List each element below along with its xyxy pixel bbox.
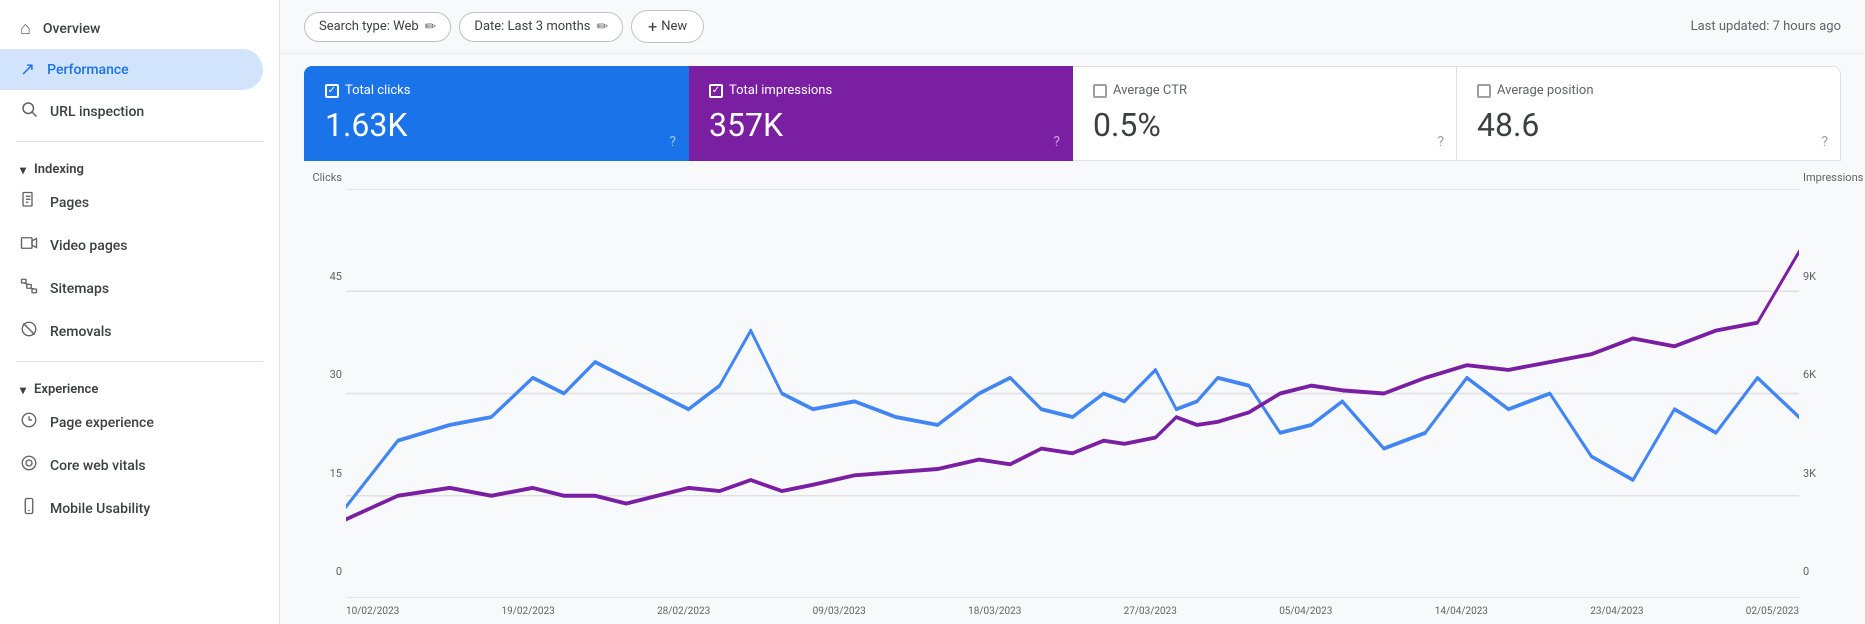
- y-right-label: Impressions: [1803, 171, 1841, 184]
- date-filter[interactable]: Date: Last 3 months ✏: [459, 12, 623, 42]
- main-content: Search type: Web ✏ Date: Last 3 months ✏…: [280, 0, 1865, 624]
- sidebar-item-label: URL inspection: [50, 104, 144, 120]
- section-label: Indexing: [34, 162, 84, 177]
- sidebar-item-mobile-usability[interactable]: Mobile Usability: [0, 487, 263, 530]
- x-label-0: 10/02/2023: [346, 606, 399, 617]
- sidebar-item-core-web-vitals[interactable]: Core web vitals: [0, 444, 263, 487]
- new-button[interactable]: + New: [631, 10, 704, 43]
- help-icon-clicks[interactable]: ?: [669, 134, 676, 150]
- metric-value-clicks: 1.63K: [325, 106, 668, 144]
- metric-total-impressions[interactable]: Total impressions 357K ?: [689, 66, 1073, 161]
- y-left-low: 15: [304, 467, 342, 480]
- metrics-row: Total clicks 1.63K ? Total impressions 3…: [280, 54, 1865, 161]
- sitemaps-icon: [20, 277, 38, 300]
- y-right-low: 3K: [1803, 467, 1841, 480]
- page-experience-icon: [20, 411, 38, 434]
- divider-1: [16, 141, 263, 142]
- sidebar-item-performance[interactable]: ↗ Performance: [0, 49, 263, 90]
- y-left-label: Clicks: [304, 171, 342, 184]
- section-label: Experience: [34, 382, 98, 397]
- mobile-icon: [20, 497, 38, 520]
- sidebar-item-pages[interactable]: Pages: [0, 181, 263, 224]
- metric-title-clicks: Total clicks: [345, 83, 410, 98]
- metric-average-ctr[interactable]: Average CTR 0.5% ?: [1073, 66, 1457, 161]
- sidebar-item-video-pages[interactable]: Video pages: [0, 224, 263, 267]
- section-experience[interactable]: ▾ Experience: [0, 370, 279, 401]
- help-icon-position[interactable]: ?: [1821, 134, 1828, 150]
- topbar: Search type: Web ✏ Date: Last 3 months ✏…: [280, 0, 1865, 54]
- chart-area: Clicks 45 30 15 0 Impressions 9K 6K 3K 0: [280, 161, 1865, 624]
- sidebar-item-label: Page experience: [50, 415, 154, 431]
- new-label: New: [661, 19, 687, 34]
- x-axis-labels: 10/02/2023 19/02/2023 28/02/2023 09/03/2…: [346, 602, 1799, 617]
- chevron-down-icon-2: ▾: [20, 383, 26, 397]
- core-web-vitals-icon: [20, 454, 38, 477]
- sidebar-item-label: Pages: [50, 195, 89, 211]
- x-label-4: 18/03/2023: [968, 606, 1021, 617]
- metric-average-position[interactable]: Average position 48.6 ?: [1457, 66, 1841, 161]
- sidebar-item-label: Mobile Usability: [50, 501, 150, 517]
- impressions-line: [346, 252, 1799, 519]
- y-right-zero: 0: [1803, 565, 1841, 578]
- metric-checkbox-impressions[interactable]: [709, 84, 723, 98]
- x-label-8: 23/04/2023: [1590, 606, 1643, 617]
- y-left-mid: 30: [304, 368, 342, 381]
- video-icon: [20, 234, 38, 257]
- removals-icon: [20, 320, 38, 343]
- edit-icon-2: ✏: [596, 19, 608, 35]
- metric-value-impressions: 357K: [709, 106, 1052, 144]
- sidebar-item-label: Core web vitals: [50, 458, 146, 474]
- metric-title-impressions: Total impressions: [729, 83, 832, 98]
- y-right-max: 9K: [1803, 270, 1841, 283]
- metric-value-ctr: 0.5%: [1093, 106, 1436, 144]
- help-icon-ctr[interactable]: ?: [1437, 134, 1444, 150]
- x-label-9: 02/05/2023: [1746, 606, 1799, 617]
- metric-title-position: Average position: [1497, 83, 1594, 98]
- pages-icon: [20, 191, 38, 214]
- plus-icon: +: [648, 17, 657, 36]
- section-indexing[interactable]: ▾ Indexing: [0, 150, 279, 181]
- metric-value-position: 48.6: [1477, 106, 1820, 144]
- search-type-label: Search type: Web: [319, 19, 419, 34]
- sidebar-item-label: Performance: [47, 62, 129, 78]
- divider-2: [16, 361, 263, 362]
- x-label-5: 27/03/2023: [1124, 606, 1177, 617]
- chart-container: Clicks 45 30 15 0 Impressions 9K 6K 3K 0: [304, 169, 1841, 608]
- sidebar-item-page-experience[interactable]: Page experience: [0, 401, 263, 444]
- sidebar-item-label: Overview: [43, 21, 100, 37]
- x-label-3: 09/03/2023: [813, 606, 866, 617]
- chart-svg: [346, 189, 1799, 598]
- sidebar-item-label: Removals: [50, 324, 112, 340]
- sidebar-item-sitemaps[interactable]: Sitemaps: [0, 267, 263, 310]
- y-right-mid: 6K: [1803, 368, 1841, 381]
- sidebar-item-url-inspection[interactable]: URL inspection: [0, 90, 263, 133]
- metric-checkbox-clicks[interactable]: [325, 84, 339, 98]
- last-updated: Last updated: 7 hours ago: [1691, 19, 1841, 34]
- x-label-7: 14/04/2023: [1435, 606, 1488, 617]
- y-left-max: 45: [304, 270, 342, 283]
- sidebar-item-label: Video pages: [50, 238, 127, 254]
- x-label-2: 28/02/2023: [657, 606, 710, 617]
- date-label: Date: Last 3 months: [474, 19, 590, 34]
- home-icon: ⌂: [20, 18, 31, 39]
- edit-icon: ✏: [425, 19, 437, 35]
- y-left-zero: 0: [304, 565, 342, 578]
- search-type-filter[interactable]: Search type: Web ✏: [304, 12, 451, 42]
- x-label-1: 19/02/2023: [502, 606, 555, 617]
- sidebar: ⌂ Overview ↗ Performance URL inspection …: [0, 0, 280, 624]
- metric-checkbox-position[interactable]: [1477, 84, 1491, 98]
- x-label-6: 05/04/2023: [1279, 606, 1332, 617]
- sidebar-item-removals[interactable]: Removals: [0, 310, 263, 353]
- sidebar-item-overview[interactable]: ⌂ Overview: [0, 8, 263, 49]
- search-icon: [20, 100, 38, 123]
- chevron-down-icon: ▾: [20, 163, 26, 177]
- help-icon-impressions[interactable]: ?: [1053, 134, 1060, 150]
- metric-checkbox-ctr[interactable]: [1093, 84, 1107, 98]
- performance-icon: ↗: [20, 59, 35, 80]
- metric-total-clicks[interactable]: Total clicks 1.63K ?: [304, 66, 689, 161]
- metric-title-ctr: Average CTR: [1113, 83, 1187, 98]
- sidebar-item-label: Sitemaps: [50, 281, 109, 297]
